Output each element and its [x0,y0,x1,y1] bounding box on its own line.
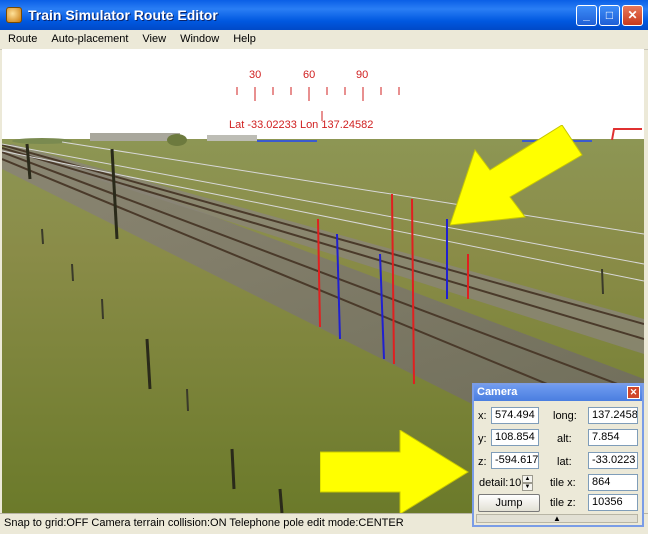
z-label: z: [478,456,487,468]
y-label: y: [478,433,487,445]
tile-x-label: tile x: [550,477,576,489]
tile-z-label: tile z: [550,497,576,509]
train-app-icon [6,7,22,23]
camera-title: Camera [477,386,518,398]
compass-tick-90: 90 [356,69,368,81]
y-field[interactable]: 108.854 [491,429,539,446]
long-field[interactable]: 137.2458 [588,407,638,424]
tile-x-field[interactable]: 864 [588,474,638,491]
alt-label: alt: [557,433,572,445]
lat-lon-readout: Lat -33.02233 Lon 137.24582 [229,119,373,131]
lat-field[interactable]: -33.0223 [588,452,638,469]
detail-up-arrow-icon[interactable]: ▲ [522,475,533,483]
menu-help[interactable]: Help [225,30,262,45]
camera-titlebar[interactable]: Camera ✕ [474,385,642,401]
compass-tick-60: 60 [303,69,315,81]
menu-view[interactable]: View [134,30,172,45]
alt-field[interactable]: 7.854 [588,429,638,446]
z-field[interactable]: -594.617 [491,452,539,469]
annotation-arrow-pointing-pole [450,125,583,226]
x-label: x: [478,410,487,422]
lat-label: lat: [557,456,572,468]
jump-button[interactable]: Jump [478,494,540,512]
long-label: long: [553,410,577,422]
annotation-arrow-pointing-camera [320,430,469,515]
detail-label: detail: [479,477,509,489]
compass-tick-30: 30 [249,69,261,81]
maximize-button[interactable]: □ [599,5,620,26]
tile-z-field[interactable]: 10356 [588,494,638,511]
window-titlebar[interactable]: Train Simulator Route Editor _ □ ✕ [0,0,648,30]
status-text: Snap to grid:OFF Camera terrain collisio… [4,517,404,529]
x-field[interactable]: 574.494 [491,407,539,424]
detail-value[interactable]: 10 [509,477,521,489]
close-button[interactable]: ✕ [622,5,643,26]
window-title: Train Simulator Route Editor [28,7,218,23]
menu-bar: Route Auto-placement View Window Help [0,30,648,50]
menu-window[interactable]: Window [172,30,225,45]
detail-down-arrow-icon[interactable]: ▼ [522,483,533,491]
menu-route[interactable]: Route [0,30,43,45]
collapse-up-icon[interactable]: ▲ [476,514,638,523]
menu-auto-placement[interactable]: Auto-placement [43,30,134,45]
camera-close-button[interactable]: ✕ [627,386,640,399]
minimize-button[interactable]: _ [576,5,597,26]
